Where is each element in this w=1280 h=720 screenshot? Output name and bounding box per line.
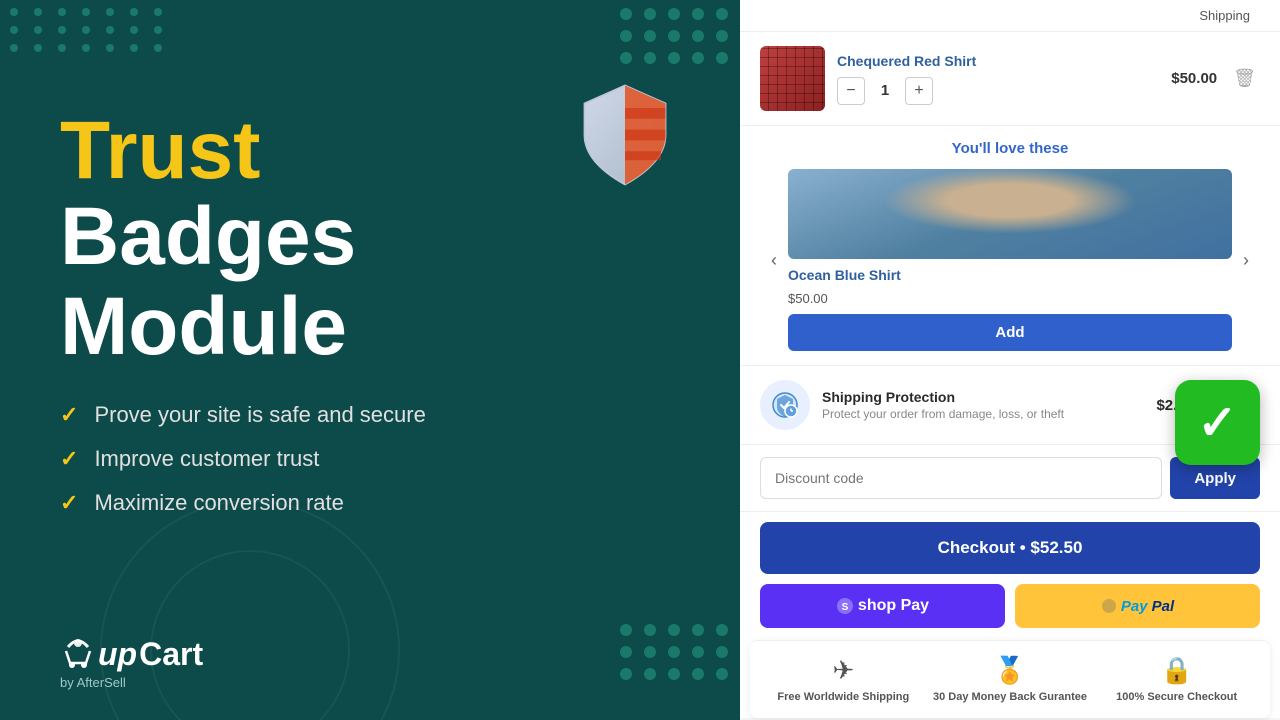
upsell-add-button[interactable]: Add xyxy=(788,314,1232,351)
trust-badges: ✈ Free Worldwide Shipping 🏅 30 Day Money… xyxy=(750,640,1270,718)
left-panel: Trust Badges Module ✓ Prove your site is… xyxy=(0,0,740,720)
right-panel: Shipping Chequered Red Shirt − 1 + $50.0… xyxy=(740,0,1280,720)
shoppay-button[interactable]: S shop Pay xyxy=(760,584,1005,628)
qty-decrease-button[interactable]: − xyxy=(837,77,865,105)
paypal-pp: Pay xyxy=(1121,598,1148,615)
ocean-shirt-preview xyxy=(788,169,1232,259)
paypal-button[interactable]: PayPal xyxy=(1015,584,1260,628)
upsell-title: You'll love these xyxy=(760,140,1260,157)
qty-controls: − 1 + xyxy=(837,77,1159,105)
paypal-al: Pal xyxy=(1152,598,1175,615)
discount-code-input[interactable] xyxy=(760,457,1162,499)
logo-up: up xyxy=(98,636,137,673)
badge-secure-text: 100% Secure Checkout xyxy=(1116,690,1237,704)
badge-secure: 🔒 100% Secure Checkout xyxy=(1093,655,1260,704)
check-icon-2: ✓ xyxy=(60,446,78,472)
protection-desc: Protect your order from damage, loss, or… xyxy=(822,407,1144,421)
product-info: Chequered Red Shirt − 1 + xyxy=(837,53,1159,105)
remove-item-button[interactable]: 🗑 xyxy=(1229,64,1260,93)
shoppay-icon: S xyxy=(836,597,854,615)
qty-value: 1 xyxy=(875,82,895,99)
upsell-product-name: Ocean Blue Shirt xyxy=(788,267,1232,283)
badge-shipping: ✈ Free Worldwide Shipping xyxy=(760,655,927,704)
shipping-label: Shipping xyxy=(1199,8,1250,23)
badge-moneyback: 🏅 30 Day Money Back Gurantee xyxy=(927,655,1094,704)
product-image xyxy=(760,46,825,111)
medal-icon: 🏅 xyxy=(994,655,1026,686)
paypal-icon xyxy=(1101,598,1117,614)
lock-icon: 🔒 xyxy=(1160,655,1192,686)
product-price: $50.00 xyxy=(1171,70,1217,87)
carousel-prev-button[interactable]: ‹ xyxy=(760,246,788,274)
feature-text-2: Improve customer trust xyxy=(94,446,319,472)
payment-row: S shop Pay PayPal xyxy=(740,584,1280,640)
plane-icon: ✈ xyxy=(832,655,854,686)
product-name: Chequered Red Shirt xyxy=(837,53,1159,69)
protection-title: Shipping Protection xyxy=(822,389,1144,405)
feature-text-1: Prove your site is safe and secure xyxy=(94,402,425,428)
cart-container: Shipping Chequered Red Shirt − 1 + $50.0… xyxy=(740,0,1280,718)
upsell-section: You'll love these ‹ Ocean Blue Shirt $50… xyxy=(740,126,1280,366)
shield-icon xyxy=(580,80,670,195)
check-icon-3: ✓ xyxy=(60,490,78,516)
green-checkmark: ✓ xyxy=(1175,380,1260,465)
upsell-image xyxy=(788,169,1232,259)
product-row: Chequered Red Shirt − 1 + $50.00 🗑 xyxy=(740,32,1280,126)
upsell-item: Ocean Blue Shirt $50.00 Add xyxy=(788,169,1232,351)
upsell-product-price: $50.00 xyxy=(788,291,1232,306)
feature-1: ✓ Prove your site is safe and secure xyxy=(60,402,680,428)
carousel-next-button[interactable]: › xyxy=(1232,246,1260,274)
badge-moneyback-text: 30 Day Money Back Gurantee xyxy=(933,690,1087,704)
cart-header: Shipping xyxy=(740,0,1280,32)
checkout-button[interactable]: Checkout • $52.50 xyxy=(760,522,1260,574)
protection-icon xyxy=(760,380,810,430)
svg-text:S: S xyxy=(842,602,849,613)
check-icon-1: ✓ xyxy=(60,402,78,428)
upsell-carousel: ‹ Ocean Blue Shirt $50.00 Add › xyxy=(760,169,1260,351)
feature-2: ✓ Improve customer trust xyxy=(60,446,680,472)
logo-cart: Cart xyxy=(139,636,203,673)
qty-increase-button[interactable]: + xyxy=(905,77,933,105)
badge-shipping-text: Free Worldwide Shipping xyxy=(777,690,909,704)
shirt-pattern xyxy=(760,46,825,111)
logo: up Cart by AfterSell xyxy=(60,636,203,690)
title-badges: Badges Module xyxy=(60,192,680,372)
protection-info: Shipping Protection Protect your order f… xyxy=(822,389,1144,421)
feature-3: ✓ Maximize conversion rate xyxy=(60,490,680,516)
shoppay-label: shop Pay xyxy=(858,597,929,615)
features-list: ✓ Prove your site is safe and secure ✓ I… xyxy=(60,402,680,516)
logo-by: by AfterSell xyxy=(60,675,203,690)
logo-icon xyxy=(60,637,96,673)
